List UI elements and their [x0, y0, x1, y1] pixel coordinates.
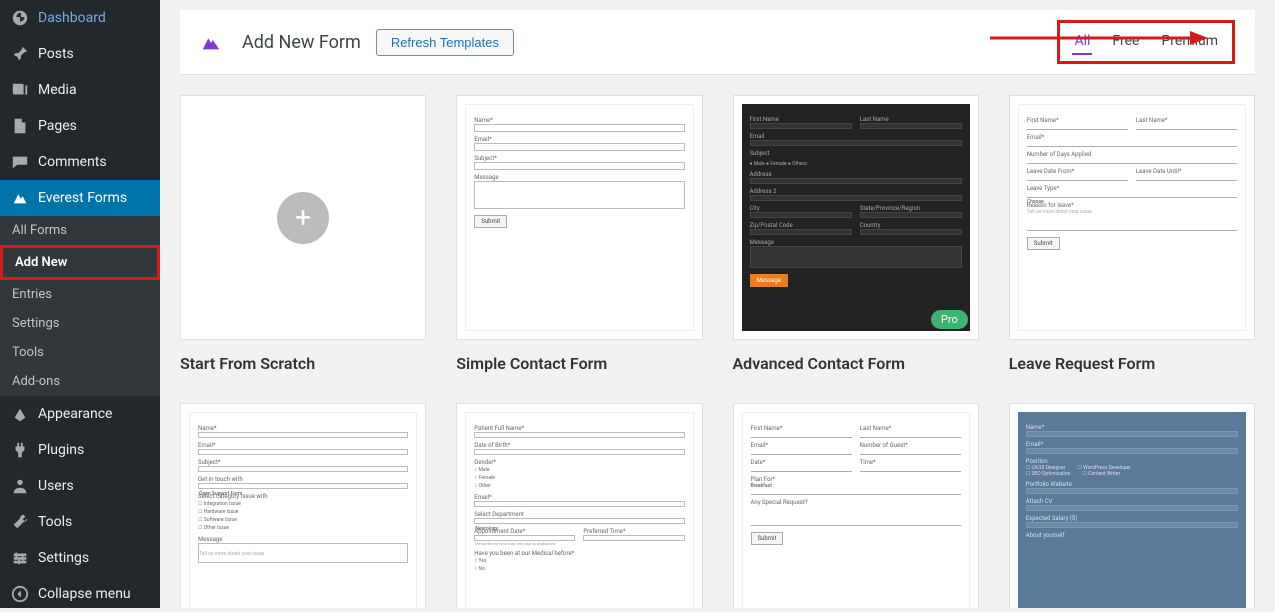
sub-addons[interactable]: Add-ons [0, 367, 160, 396]
template-card[interactable]: Patient Full Name* Date of Birth* Gender… [456, 403, 702, 608]
template-preview: First NameLast Name Email Subject ● Male… [733, 95, 979, 340]
menu-label: Users [38, 478, 74, 494]
page-title: Add New Form [242, 32, 361, 53]
admin-sidebar: Dashboard Posts Media Pages Comments Eve… [0, 0, 160, 608]
plus-icon: + [277, 192, 329, 244]
menu-appearance[interactable]: Appearance [0, 396, 160, 432]
appearance-icon [10, 404, 30, 424]
template-title: Simple Contact Form [456, 354, 702, 373]
menu-everest-forms[interactable]: Everest Forms [0, 180, 160, 216]
menu-posts[interactable]: Posts [0, 36, 160, 72]
settings-icon [10, 548, 30, 568]
menu-label: Media [38, 82, 77, 98]
annotation-arrow-icon [990, 28, 1210, 48]
main-content: Add New Form Refresh Templates All Free … [160, 0, 1275, 608]
templates-grid: + Start From Scratch Name* Email* Subjec… [180, 95, 1255, 608]
sub-all-forms[interactable]: All Forms [0, 216, 160, 245]
menu-label: Everest Forms [38, 190, 127, 206]
menu-label: Tools [38, 514, 72, 530]
menu-label: Dashboard [38, 10, 106, 26]
menu-label: Posts [38, 46, 74, 62]
menu-comments[interactable]: Comments [0, 144, 160, 180]
template-title: Leave Request Form [1009, 354, 1255, 373]
template-preview: Name* Email* Subject* Message Submit [456, 95, 702, 340]
pin-icon [10, 44, 30, 64]
menu-label: Settings [38, 550, 89, 566]
plugins-icon [10, 440, 30, 460]
menu-users[interactable]: Users [0, 468, 160, 504]
pages-icon [10, 116, 30, 136]
menu-label: Collapse menu [38, 586, 131, 602]
dashboard-icon [10, 8, 30, 28]
template-simple-contact[interactable]: Name* Email* Subject* Message Submit Sim… [456, 95, 702, 373]
template-preview: + [180, 95, 426, 340]
sub-settings[interactable]: Settings [0, 309, 160, 338]
users-icon [10, 476, 30, 496]
menu-label: Plugins [38, 442, 84, 458]
submenu: All Forms Add New Entries Settings Tools… [0, 216, 160, 396]
pro-badge: Pro [931, 310, 968, 329]
template-card[interactable]: Name* Email* Subject* Get in touch withO… [180, 403, 426, 608]
menu-label: Comments [38, 154, 107, 170]
template-start-from-scratch[interactable]: + Start From Scratch [180, 95, 426, 373]
menu-pages[interactable]: Pages [0, 108, 160, 144]
templates-grid-area[interactable]: + Start From Scratch Name* Email* Subjec… [160, 75, 1275, 608]
menu-label: Pages [38, 118, 77, 134]
template-title: Start From Scratch [180, 354, 426, 373]
collapse-icon [10, 584, 30, 604]
template-preview: First Name*Last Name* Email* Number of D… [1009, 95, 1255, 340]
menu-media[interactable]: Media [0, 72, 160, 108]
template-card[interactable]: Name* Email* Position UX/UI DesignerWord… [1009, 403, 1255, 608]
menu-dashboard[interactable]: Dashboard [0, 0, 160, 36]
template-preview: Name* Email* Position UX/UI DesignerWord… [1009, 403, 1255, 608]
header-bar: Add New Form Refresh Templates All Free … [180, 10, 1255, 75]
comments-icon [10, 152, 30, 172]
sub-entries[interactable]: Entries [0, 280, 160, 309]
sub-tools[interactable]: Tools [0, 338, 160, 367]
menu-collapse[interactable]: Collapse menu [0, 576, 160, 612]
template-title: Advanced Contact Form [733, 354, 979, 373]
template-preview: First Name*Last Name* Email*Number of Gu… [733, 403, 979, 608]
menu-tools[interactable]: Tools [0, 504, 160, 540]
template-leave-request[interactable]: First Name*Last Name* Email* Number of D… [1009, 95, 1255, 373]
template-card[interactable]: First Name*Last Name* Email*Number of Gu… [733, 403, 979, 608]
refresh-templates-button[interactable]: Refresh Templates [376, 29, 514, 56]
template-preview: Name* Email* Subject* Get in touch withO… [180, 403, 426, 608]
menu-settings[interactable]: Settings [0, 540, 160, 576]
template-preview: Patient Full Name* Date of Birth* Gender… [456, 403, 702, 608]
everest-logo-icon [200, 31, 222, 53]
sub-add-new[interactable]: Add New [0, 245, 160, 280]
menu-plugins[interactable]: Plugins [0, 432, 160, 468]
menu-label: Appearance [38, 406, 112, 422]
media-icon [10, 80, 30, 100]
everest-icon [10, 188, 30, 208]
tools-icon [10, 512, 30, 532]
template-advanced-contact[interactable]: First NameLast Name Email Subject ● Male… [733, 95, 979, 373]
